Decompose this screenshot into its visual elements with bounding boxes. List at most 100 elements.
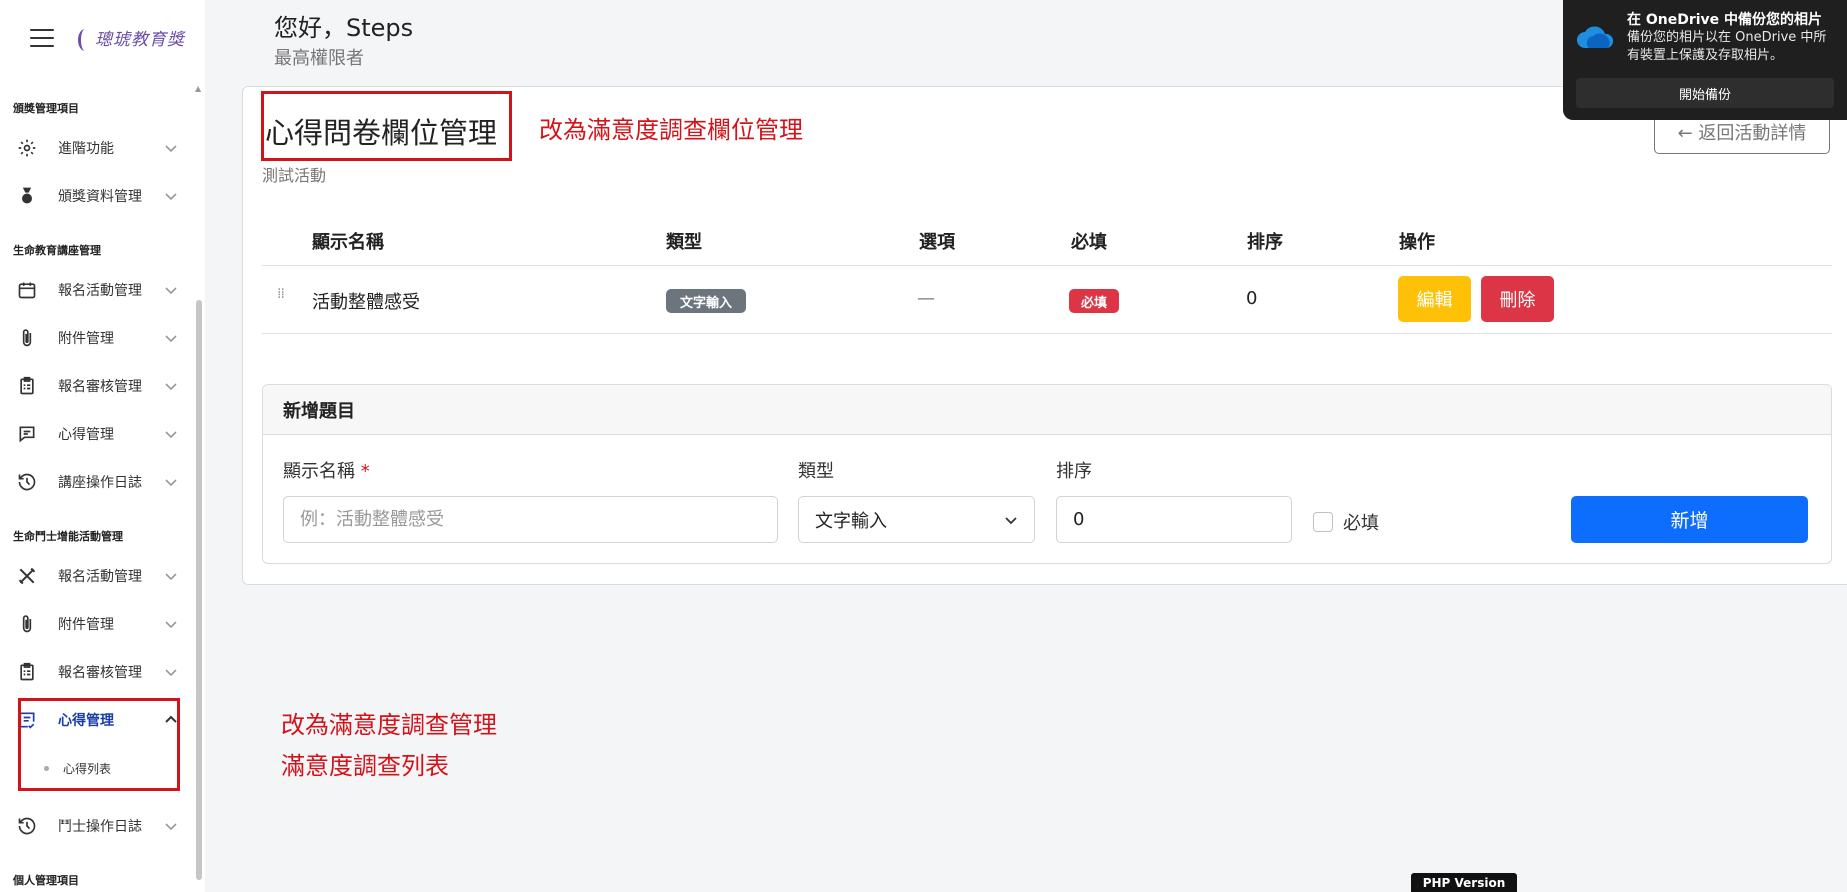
- sidebar-header: 璁琥教育獎: [0, 0, 205, 76]
- drag-handle-icon[interactable]: ⁞⁞: [277, 287, 285, 308]
- php-version-tab[interactable]: PHP Version: [1411, 873, 1517, 892]
- required-badge: 必填: [1069, 289, 1119, 313]
- type-select[interactable]: 文字輸入: [798, 496, 1035, 543]
- paperclip-icon: [16, 327, 38, 349]
- name-label-text: 顯示名稱: [283, 461, 355, 482]
- chevron-down-icon: [165, 383, 177, 391]
- greeting-text: 您好，Steps: [274, 14, 414, 42]
- table-divider: [262, 265, 1832, 266]
- onedrive-toast: 在 OneDrive 中備份您的相片 備份您的相片以在 OneDrive 中所有…: [1563, 0, 1847, 120]
- logo-mark-icon: [78, 29, 92, 52]
- required-checkbox-wrap[interactable]: 必填: [1313, 509, 1379, 535]
- gear-icon: [16, 137, 38, 159]
- calendar-icon: [16, 279, 38, 301]
- order-input[interactable]: [1056, 496, 1292, 543]
- sidebar-item-label: 頒獎資料管理: [58, 189, 142, 205]
- add-question-button[interactable]: 新增: [1571, 496, 1808, 543]
- chevron-down-icon: [165, 621, 177, 629]
- sidebar-item-label: 附件管理: [58, 331, 114, 347]
- sidebar-item-fighter-attachments[interactable]: 附件管理: [16, 604, 178, 644]
- sidebar-item-label: 鬥士操作日誌: [58, 819, 142, 835]
- sidebar-item-label: 講座操作日誌: [58, 475, 142, 491]
- sidebar-scrollbar[interactable]: [196, 300, 202, 880]
- sidebar-item-label: 報名審核管理: [58, 379, 142, 395]
- section-title-lecture: 生命教育講座管理: [13, 244, 101, 257]
- type-badge: 文字輸入: [666, 289, 746, 313]
- sidebar-item-fighter-registration[interactable]: 報名活動管理: [16, 556, 178, 596]
- sidebar-item-label: 心得管理: [58, 427, 114, 443]
- onedrive-cloud-icon: [1577, 26, 1614, 48]
- logo-text: 璁琥教育獎: [95, 29, 185, 50]
- paperclip-icon: [16, 613, 38, 635]
- col-header-actions: 操作: [1399, 232, 1435, 253]
- cell-order: 0: [1246, 288, 1258, 309]
- sidebar-item-label: 報名審核管理: [58, 665, 142, 681]
- chevron-down-icon: [165, 823, 177, 831]
- type-label: 類型: [798, 461, 834, 482]
- col-header-name: 顯示名稱: [312, 232, 384, 253]
- required-checkbox[interactable]: [1313, 512, 1333, 532]
- annotation-note-sidebar-2: 滿意度調查列表: [281, 752, 449, 780]
- sidebar-item-lecture-reflections[interactable]: 心得管理: [16, 414, 178, 454]
- sidebar-item-label: 報名活動管理: [58, 569, 142, 585]
- add-question-heading: 新增題目: [263, 385, 1831, 435]
- chevron-down-icon: [165, 669, 177, 677]
- sidebar-item-lecture-logs[interactable]: 講座操作日誌: [16, 462, 178, 502]
- sidebar-item-fighter-review[interactable]: 報名審核管理: [16, 652, 178, 692]
- sidebar-item-advanced[interactable]: 進階功能: [16, 128, 178, 168]
- history-icon: [16, 815, 38, 837]
- chevron-down-icon: [165, 573, 177, 581]
- history-icon: [16, 471, 38, 493]
- toast-body: 備份您的相片以在 OneDrive 中所有裝置上保護及存取相片。: [1627, 30, 1827, 63]
- sidebar-item-fighter-logs[interactable]: 鬥士操作日誌: [16, 806, 178, 846]
- sidebar-item-lecture-review[interactable]: 報名審核管理: [16, 366, 178, 406]
- sidebar-item-label: 報名活動管理: [58, 283, 142, 299]
- chevron-down-icon: [165, 335, 177, 343]
- type-select-value: 文字輸入: [815, 510, 887, 532]
- chevron-down-icon: [165, 479, 177, 487]
- table-divider: [262, 333, 1832, 334]
- annotation-box-title: [261, 91, 512, 161]
- medal-icon: [16, 185, 38, 207]
- required-asterisk: *: [360, 461, 370, 482]
- required-checkbox-label: 必填: [1343, 513, 1379, 534]
- annotation-box-sidebar: [18, 698, 180, 791]
- scroll-up-icon[interactable]: ▲: [195, 84, 201, 93]
- chevron-down-icon: [1005, 516, 1017, 524]
- col-header-type: 類型: [666, 232, 702, 253]
- comment-icon: [16, 423, 38, 445]
- swords-icon: [16, 565, 38, 587]
- start-backup-button[interactable]: 開始備份: [1576, 78, 1834, 108]
- clipboard-icon: [16, 375, 38, 397]
- toast-title: 在 OneDrive 中備份您的相片: [1627, 12, 1823, 28]
- logo[interactable]: 璁琥教育獎: [78, 25, 185, 52]
- sidebar-item-lecture-attachments[interactable]: 附件管理: [16, 318, 178, 358]
- hamburger-menu-icon[interactable]: [30, 29, 54, 47]
- clipboard-icon: [16, 661, 38, 683]
- col-header-order: 排序: [1247, 232, 1283, 253]
- order-label: 排序: [1056, 461, 1092, 482]
- edit-button[interactable]: 編輯: [1398, 276, 1471, 322]
- chevron-down-icon: [165, 287, 177, 295]
- user-role: 最高權限者: [274, 48, 364, 69]
- chevron-down-icon: [165, 431, 177, 439]
- sidebar-item-label: 進階功能: [58, 141, 114, 157]
- sidebar-item-lecture-registration[interactable]: 報名活動管理: [16, 270, 178, 310]
- name-input[interactable]: [283, 496, 778, 543]
- delete-button[interactable]: 刪除: [1481, 276, 1554, 322]
- sidebar-item-award-data[interactable]: 頒獎資料管理: [16, 176, 178, 216]
- chevron-down-icon: [165, 145, 177, 153]
- col-header-options: 選項: [919, 232, 955, 253]
- sidebar-item-label: 附件管理: [58, 617, 114, 633]
- name-label: 顯示名稱 *: [283, 457, 370, 483]
- annotation-note-title: 改為滿意度調查欄位管理: [539, 116, 803, 144]
- chevron-down-icon: [165, 193, 177, 201]
- col-header-required: 必填: [1071, 232, 1107, 253]
- cell-options: —: [917, 288, 935, 309]
- cell-name: 活動整體感受: [312, 292, 420, 313]
- activity-name: 測試活動: [262, 166, 327, 185]
- annotation-note-sidebar-1: 改為滿意度調查管理: [281, 711, 497, 739]
- section-title-fighter: 生命鬥士增能活動管理: [13, 530, 123, 543]
- section-title-awards: 頒獎管理項目: [13, 102, 79, 115]
- section-title-personal: 個人管理項目: [13, 874, 79, 887]
